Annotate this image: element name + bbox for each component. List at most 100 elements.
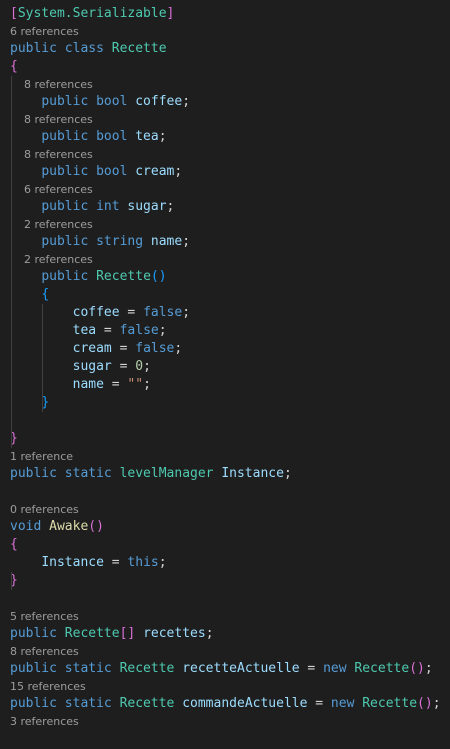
code-editor[interactable]: [System.Serializable] 6 references public … xyxy=(0,0,450,749)
code-line[interactable]: public bool cream; xyxy=(10,163,182,181)
code-token: public xyxy=(41,269,97,284)
code-token: = xyxy=(103,555,128,570)
code-token: ; xyxy=(283,466,292,481)
code-line[interactable]: public bool tea; xyxy=(10,128,166,146)
code-token: levelManager xyxy=(119,466,214,481)
code-token: new xyxy=(323,661,355,676)
code-token: ; xyxy=(174,164,183,179)
code-token: Awake xyxy=(49,519,89,534)
code-token: public bool xyxy=(41,94,136,109)
code-line[interactable]: public static levelManager Instance; xyxy=(10,465,292,483)
codelens-references[interactable]: 8 references xyxy=(10,645,79,659)
code-line[interactable]: public bool coffee; xyxy=(10,93,190,111)
code-line[interactable]: public string name; xyxy=(10,233,190,251)
code-token: false xyxy=(135,341,175,356)
code-token: ; xyxy=(432,696,441,711)
code-token: = xyxy=(119,305,144,320)
code-token: Recette xyxy=(111,41,167,56)
code-token: commandeActuelle xyxy=(182,696,308,711)
codelens-references[interactable]: 3 references xyxy=(10,715,79,729)
code-line[interactable]: coffee = false; xyxy=(10,304,190,322)
code-token: ; xyxy=(182,305,191,320)
code-token: public static xyxy=(10,661,120,676)
code-line[interactable]: cream = false; xyxy=(10,340,183,358)
code-token: Recette xyxy=(354,661,410,676)
code-token: () xyxy=(88,519,104,534)
code-token: [ xyxy=(10,6,18,21)
code-token: Instance xyxy=(221,466,284,481)
code-line[interactable]: public static Recette commandeActuelle =… xyxy=(10,695,441,713)
code-token: coffee xyxy=(72,305,120,320)
code-line[interactable]: sugar = 0; xyxy=(10,358,151,376)
code-line[interactable]: name = ""; xyxy=(10,376,151,394)
code-token: false xyxy=(143,305,183,320)
codelens-references[interactable]: 0 references xyxy=(10,503,79,517)
indent-guide xyxy=(11,76,12,448)
code-token: = xyxy=(307,696,331,711)
code-line[interactable]: public Recette[] recettes; xyxy=(10,625,214,643)
code-token: public bool xyxy=(41,129,136,144)
code-token: tea xyxy=(72,323,97,338)
code-token: public bool xyxy=(41,164,136,179)
code-line[interactable]: public static Recette recetteActuelle = … xyxy=(10,660,433,678)
code-line[interactable]: Instance = this; xyxy=(10,554,166,572)
code-token: cream xyxy=(72,341,112,356)
code-token: () xyxy=(409,661,425,676)
code-token: System.Serializable xyxy=(17,6,167,21)
code-token: { xyxy=(10,59,18,74)
code-line[interactable]: public class Recette xyxy=(10,40,167,58)
code-line[interactable]: { xyxy=(10,286,49,304)
code-token: () xyxy=(150,269,167,284)
codelens-references[interactable]: 2 references xyxy=(10,253,93,267)
code-line[interactable]: void Awake() xyxy=(10,518,104,536)
code-token: () xyxy=(417,696,433,711)
codelens-references[interactable]: 8 references xyxy=(10,113,93,127)
indent-guide xyxy=(11,572,12,590)
code-token: ; xyxy=(174,341,183,356)
code-token: = xyxy=(299,661,324,676)
code-token: public string xyxy=(41,234,151,249)
codelens-references[interactable]: 5 references xyxy=(10,610,79,624)
code-token: ; xyxy=(424,661,433,676)
code-line[interactable]: { xyxy=(10,58,18,76)
code-line[interactable]: tea = false; xyxy=(10,322,167,340)
code-token: ; xyxy=(143,377,151,392)
code-token: Recette xyxy=(119,696,175,711)
indent-guide xyxy=(42,304,43,412)
codelens-references[interactable]: 6 references xyxy=(10,25,79,39)
code-line[interactable]: { xyxy=(10,536,18,554)
code-token: ] xyxy=(166,6,175,21)
code-token: false xyxy=(119,323,159,338)
code-line[interactable]: } xyxy=(10,394,49,412)
codelens-references[interactable]: 2 references xyxy=(10,218,93,232)
code-token: sugar xyxy=(72,359,112,374)
codelens-references[interactable]: 8 references xyxy=(10,148,93,162)
code-line[interactable]: public int sugar; xyxy=(10,198,174,216)
codelens-references[interactable]: 1 reference xyxy=(10,450,73,464)
code-token: = xyxy=(111,359,136,374)
code-token: public static xyxy=(10,696,120,711)
code-token: { xyxy=(10,537,18,552)
code-token: [] xyxy=(119,626,136,641)
codelens-references[interactable]: 15 references xyxy=(10,680,86,694)
code-token: = xyxy=(103,377,128,392)
code-token: Recette xyxy=(96,269,151,284)
codelens-references[interactable]: 8 references xyxy=(10,78,93,92)
code-token: Recette xyxy=(119,661,175,676)
code-token: recettes xyxy=(143,626,206,641)
codelens-references[interactable]: 6 references xyxy=(10,183,93,197)
code-token: ; xyxy=(143,359,151,374)
code-token: sugar xyxy=(127,199,167,214)
code-token: public int xyxy=(41,199,128,214)
code-line[interactable]: public Recette() xyxy=(10,268,167,286)
code-token: name xyxy=(150,234,183,249)
code-token: ; xyxy=(182,94,191,109)
code-line[interactable]: [System.Serializable] xyxy=(10,5,174,23)
code-token: public xyxy=(10,626,65,641)
